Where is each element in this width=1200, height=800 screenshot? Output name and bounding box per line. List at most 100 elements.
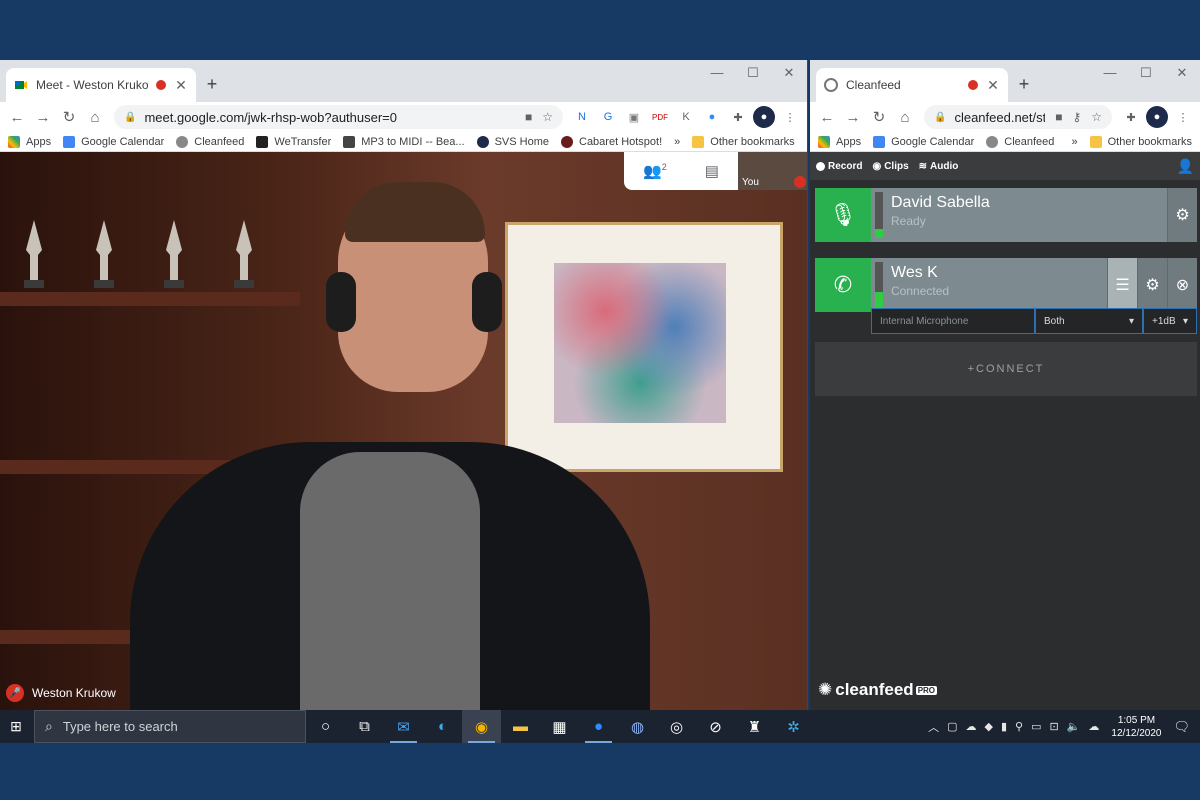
extension-k-icon[interactable]: K [675, 106, 697, 128]
bookmark-cleanfeed[interactable]: Cleanfeed [176, 135, 244, 148]
chevron-down-icon: ▾ [1128, 315, 1134, 327]
close-window-icon[interactable]: ✕ [1164, 66, 1200, 80]
profile-avatar-icon[interactable]: ● [1146, 106, 1168, 128]
maximize-icon[interactable]: ☐ [735, 66, 771, 80]
battery-icon[interactable]: ▭ [1031, 720, 1041, 733]
host-settings-button[interactable]: ⚙ [1167, 188, 1197, 242]
user-account-icon[interactable]: 👤 [1177, 158, 1194, 175]
cloud-sync-icon[interactable]: ☁ [1088, 720, 1099, 733]
bookmark-mp3-to-midi[interactable]: MP3 to MIDI -- Bea... [343, 135, 465, 148]
onedrive-icon[interactable]: ☁ [966, 720, 977, 733]
chevron-down-icon: ▾ [1182, 315, 1188, 327]
connect-button[interactable]: +CONNECT [815, 342, 1197, 396]
home-icon[interactable]: ⌂ [892, 109, 918, 126]
store-icon[interactable]: ▦ [540, 710, 579, 743]
tab-meet[interactable]: Meet - Weston Krukow - Voi ✕ [6, 68, 196, 102]
bookmark-google-calendar[interactable]: Google Calendar [873, 135, 974, 148]
file-explorer-icon[interactable]: ▬ [501, 710, 540, 743]
close-tab-icon[interactable]: ✕ [174, 77, 188, 94]
taskbar-search-box[interactable]: ⌕ Type here to search [34, 710, 306, 743]
gain-select[interactable]: +1dB ▾ [1143, 308, 1197, 334]
close-tab-icon[interactable]: ✕ [986, 77, 1000, 94]
profile-avatar-icon[interactable]: ● [753, 106, 775, 128]
new-tab-button[interactable]: + [200, 73, 224, 97]
translate-icon[interactable]: G [597, 106, 619, 128]
network-icon[interactable]: ⊡ [1050, 720, 1059, 733]
zoom-icon[interactable]: ● [579, 710, 618, 743]
forward-icon[interactable]: → [30, 109, 56, 126]
bookmark-cabaret-hotspot[interactable]: Cabaret Hotspot! [561, 135, 662, 148]
minimize-icon[interactable]: — [699, 66, 735, 80]
pdf-icon[interactable]: PDF [649, 106, 671, 128]
notifications-icon[interactable]: 🗨 [1173, 719, 1190, 735]
volume-icon[interactable]: 🔈 [1067, 720, 1081, 733]
forward-icon[interactable]: → [840, 109, 866, 126]
camera-icon[interactable]: ■ [1055, 110, 1062, 124]
participants-button[interactable]: 👥2 [643, 162, 667, 180]
zoom-extension-icon[interactable]: ● [701, 106, 723, 128]
tray-overflow-icon[interactable]: ︿ [928, 719, 939, 735]
audio-button[interactable]: ≋ Audio [919, 161, 959, 172]
menu-kebab-icon[interactable]: ⋮ [779, 106, 801, 128]
tray-app-icon[interactable]: ▢ [947, 720, 957, 733]
bookmark-wetransfer[interactable]: WeTransfer [256, 135, 331, 148]
bookmark-svs-home[interactable]: SVS Home [476, 135, 549, 148]
star-icon[interactable]: ☆ [542, 110, 553, 124]
dropbox-icon[interactable]: ◆ [985, 720, 993, 733]
tab-cleanfeed[interactable]: Cleanfeed ✕ [816, 68, 1008, 102]
reload-icon[interactable]: ↻ [866, 108, 892, 126]
app-gear-blue-icon[interactable]: ✲ [774, 710, 813, 743]
input-source-field[interactable]: Internal Microphone [871, 308, 1035, 334]
star-icon[interactable]: ☆ [1091, 110, 1102, 124]
record-button[interactable]: Record [816, 161, 862, 172]
bookmark-google-calendar[interactable]: Google Calendar [63, 135, 164, 148]
bookmark-apps[interactable]: Apps [8, 135, 51, 148]
app-figure-icon[interactable]: ♜ [735, 710, 774, 743]
globe-app-icon[interactable]: ◍ [618, 710, 657, 743]
puzzle-icon[interactable]: ✚ [1120, 106, 1142, 128]
chrome-icon[interactable]: ◉ [462, 710, 501, 743]
other-bookmarks[interactable]: Other bookmarks [692, 135, 795, 148]
guest-notes-button[interactable]: ☰ [1107, 258, 1137, 312]
extension-screen-icon[interactable]: ▣ [623, 106, 645, 128]
camera-icon[interactable]: ■ [525, 110, 532, 124]
edge-icon[interactable]: ◐ [423, 710, 462, 743]
reload-icon[interactable]: ↻ [56, 108, 82, 126]
minimize-icon[interactable]: — [1092, 66, 1128, 80]
clips-button[interactable]: ◉ Clips [872, 161, 908, 172]
guest-disconnect-button[interactable]: ⊗ [1167, 258, 1197, 312]
address-bar[interactable]: 🔒 cleanfeed.net/st... ■ ⚷ ☆ [924, 105, 1112, 129]
extension-n-icon[interactable]: N [571, 106, 593, 128]
compass-icon[interactable]: ⊘ [696, 710, 735, 743]
channel-select[interactable]: Both ▾ [1035, 308, 1143, 334]
host-mic-button[interactable]: 🎙 [815, 188, 871, 242]
task-view-icon[interactable]: ⧉ [345, 710, 384, 743]
self-view-tile[interactable]: You [738, 152, 807, 190]
app-disc-icon[interactable]: ◎ [657, 710, 696, 743]
windows-start-icon[interactable]: ⊞ [4, 718, 28, 735]
tray-mic-icon[interactable]: ▮ [1001, 720, 1007, 733]
chat-button[interactable]: ▤ [705, 162, 719, 180]
address-bar[interactable]: 🔒 meet.google.com/jwk-rhsp-wob?authuser=… [114, 105, 563, 129]
guest-settings-button[interactable]: ⚙ [1137, 258, 1167, 312]
menu-kebab-icon[interactable]: ⋮ [1172, 106, 1194, 128]
maximize-icon[interactable]: ☐ [1128, 66, 1164, 80]
bookmarks-overflow-button[interactable]: » [1072, 136, 1078, 148]
bookmark-cleanfeed[interactable]: Cleanfeed [986, 135, 1054, 148]
mail-icon[interactable]: ✉ [384, 710, 423, 743]
tray-usb-icon[interactable]: ⚲ [1015, 720, 1023, 733]
home-icon[interactable]: ⌂ [82, 109, 108, 126]
back-icon[interactable]: ← [4, 109, 30, 126]
taskbar-clock[interactable]: 1:05 PM 12/12/2020 [1111, 714, 1161, 740]
puzzle-icon[interactable]: ✚ [727, 106, 749, 128]
key-icon[interactable]: ⚷ [1072, 110, 1081, 124]
apps-grid-icon [8, 135, 20, 148]
bookmarks-overflow-button[interactable]: » [674, 136, 680, 148]
bookmark-apps[interactable]: Apps [818, 135, 861, 148]
other-bookmarks[interactable]: Other bookmarks [1089, 135, 1192, 148]
guest-call-button[interactable]: ✆ [815, 258, 871, 312]
back-icon[interactable]: ← [814, 109, 840, 126]
new-tab-button[interactable]: + [1012, 73, 1036, 97]
close-window-icon[interactable]: ✕ [771, 66, 807, 80]
cortana-icon[interactable]: ○ [306, 710, 345, 743]
